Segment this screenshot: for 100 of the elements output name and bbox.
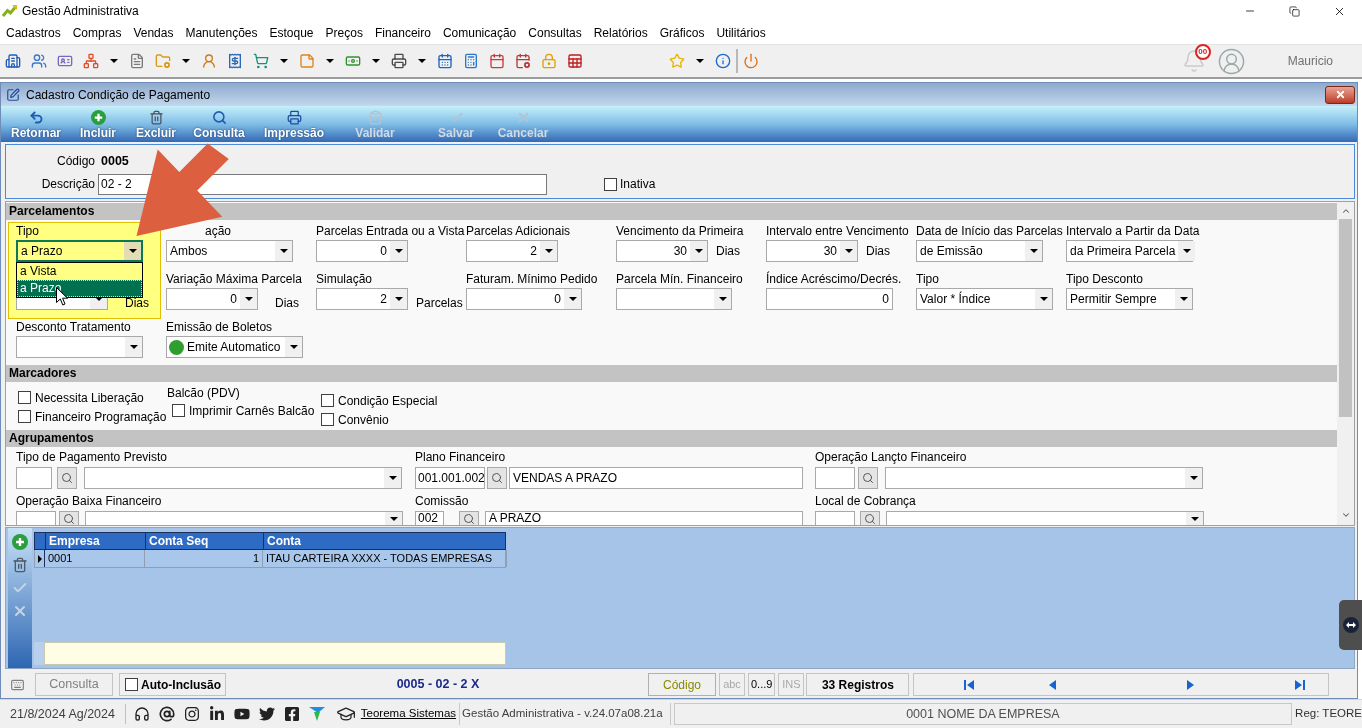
dropdown-field[interactable] xyxy=(886,511,1204,525)
code-field[interactable] xyxy=(815,467,855,489)
calendar-icon[interactable] xyxy=(489,53,505,69)
dropdown-button[interactable] xyxy=(125,337,142,357)
text-field[interactable]: VENDAS A PRAZO xyxy=(509,467,803,489)
menu-item[interactable]: Manutenções xyxy=(185,24,258,42)
document-icon[interactable] xyxy=(129,53,145,69)
info-icon[interactable] xyxy=(715,53,731,69)
scroll-down-icon[interactable] xyxy=(1340,510,1351,520)
last-record-icon[interactable] xyxy=(1295,679,1306,690)
dropdown-button[interactable] xyxy=(540,241,557,261)
checkbox[interactable] xyxy=(321,394,334,407)
search-button[interactable] xyxy=(59,511,79,525)
search-button[interactable] xyxy=(57,467,77,489)
dropdown-button[interactable] xyxy=(124,242,141,260)
dropdown-option[interactable]: a Prazo xyxy=(17,280,142,297)
dropdown-button[interactable] xyxy=(240,289,257,309)
company-link[interactable]: Teorema Sistemas xyxy=(360,705,457,723)
input-field[interactable]: 0 xyxy=(766,288,893,310)
dropdown-field[interactable]: 2 xyxy=(316,288,408,310)
cart-icon[interactable] xyxy=(253,53,269,69)
dropdown-button[interactable] xyxy=(1186,512,1203,525)
checkbox[interactable] xyxy=(604,177,617,191)
twitter-icon[interactable] xyxy=(258,706,275,722)
column-header[interactable]: Conta xyxy=(263,533,507,549)
text-field[interactable]: A PRAZO xyxy=(485,511,803,525)
search-button[interactable] xyxy=(860,511,880,525)
headset-icon[interactable] xyxy=(133,706,150,722)
calendar-gear-icon[interactable] xyxy=(515,53,531,69)
search-button[interactable] xyxy=(459,511,479,525)
dropdown-button[interactable] xyxy=(1035,289,1052,309)
dropdown-field[interactable]: 30 xyxy=(616,240,708,262)
dropdown-button[interactable] xyxy=(385,512,402,525)
dropdown-field[interactable]: da Primeira Parcela xyxy=(1066,240,1193,262)
dropdown-button[interactable] xyxy=(1185,468,1202,488)
checkbox[interactable] xyxy=(125,678,138,691)
mode-button[interactable]: Consulta xyxy=(35,673,113,696)
code-field[interactable]: 002 xyxy=(415,511,444,525)
menu-item[interactable]: Compras xyxy=(72,24,122,42)
at-sign-icon[interactable] xyxy=(158,706,175,722)
dropdown-field[interactable]: Valor * Índice xyxy=(916,288,1053,310)
first-record-icon[interactable] xyxy=(964,679,975,690)
menu-item[interactable]: Relatórios xyxy=(593,24,648,42)
menu-item[interactable]: Vendas xyxy=(133,24,174,42)
scrollbar-thumb[interactable] xyxy=(1339,219,1352,417)
linkedin-icon[interactable] xyxy=(208,706,225,722)
trash-icon[interactable] xyxy=(12,557,28,573)
dropdown-button[interactable] xyxy=(1025,241,1042,261)
dropdown-button[interactable] xyxy=(1175,289,1192,309)
printer-icon[interactable] xyxy=(391,53,407,69)
plus-icon[interactable] xyxy=(12,534,28,550)
dropdown-button[interactable] xyxy=(564,289,581,309)
dropdown-field[interactable]: 0 xyxy=(316,240,408,262)
power-icon[interactable] xyxy=(743,53,759,69)
search-button[interactable] xyxy=(487,467,507,489)
dropdown-field[interactable] xyxy=(885,467,1203,489)
dropdown-field[interactable] xyxy=(616,288,732,310)
menu-item[interactable]: Consultas xyxy=(528,24,582,42)
dropdown-field[interactable]: de Emissão xyxy=(916,240,1043,262)
dropdown-field[interactable] xyxy=(16,336,143,358)
column-header[interactable]: Conta Seq xyxy=(145,533,263,549)
dropdown-field[interactable]: 0 xyxy=(466,288,582,310)
dropdown-field[interactable]: Permitir Sempre xyxy=(1066,288,1193,310)
side-tab[interactable] xyxy=(1339,600,1362,650)
dropdown-field[interactable]: Emite Automatico xyxy=(166,336,303,358)
close-button[interactable] xyxy=(1325,85,1355,104)
dropdown-field[interactable]: Ambos xyxy=(166,240,293,262)
menu-item[interactable]: Cadastros xyxy=(6,24,61,42)
menu-item[interactable]: Gráficos xyxy=(659,24,705,42)
banknote-icon[interactable] xyxy=(345,53,361,69)
triangle-logo-icon[interactable] xyxy=(308,707,325,721)
dropdown-button[interactable] xyxy=(714,289,731,309)
person-icon[interactable] xyxy=(201,53,217,69)
scroll-up-icon[interactable] xyxy=(1340,206,1351,216)
column-header[interactable]: Empresa xyxy=(45,533,145,549)
menu-item[interactable]: Comunicação xyxy=(442,24,517,42)
menu-item[interactable]: Preços xyxy=(325,24,363,42)
code-field[interactable] xyxy=(16,467,52,489)
spreadsheet-icon[interactable] xyxy=(567,53,583,69)
restore-icon[interactable] xyxy=(1289,5,1300,17)
dropdown-button[interactable] xyxy=(275,241,292,261)
dropdown-button[interactable] xyxy=(384,468,401,488)
menu-item[interactable]: Utilitários xyxy=(716,24,766,42)
instagram-icon[interactable] xyxy=(183,706,200,722)
code-field[interactable] xyxy=(16,511,56,525)
checkbox[interactable] xyxy=(18,391,31,404)
dropdown-field[interactable]: 0 xyxy=(166,288,258,310)
checkbox[interactable] xyxy=(321,413,334,426)
dropdown-button[interactable] xyxy=(690,241,707,261)
checkbox[interactable] xyxy=(18,410,31,423)
next-record-icon[interactable] xyxy=(1185,679,1196,690)
menu-item[interactable]: Financeiro xyxy=(374,24,431,42)
code-field[interactable] xyxy=(815,511,855,525)
calendar-icon[interactable] xyxy=(437,53,453,69)
star-icon[interactable] xyxy=(669,53,685,69)
previous-record-icon[interactable] xyxy=(1048,679,1059,690)
youtube-icon[interactable] xyxy=(233,706,250,722)
dropdown-button[interactable] xyxy=(285,337,302,357)
bell-icon[interactable] xyxy=(1181,49,1206,73)
checkbox[interactable] xyxy=(172,404,185,417)
